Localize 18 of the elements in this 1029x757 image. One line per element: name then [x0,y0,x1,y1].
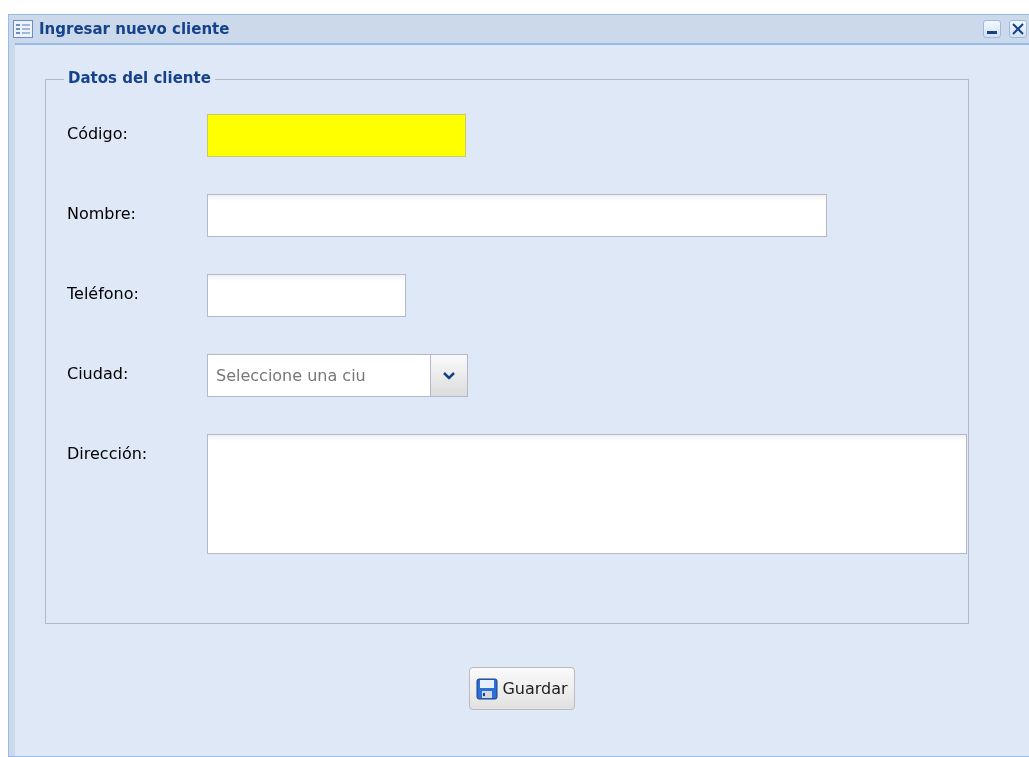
field-label: Nombre: [67,203,137,224]
window-title: Ingresar nuevo cliente [39,20,231,38]
form-icon [13,20,33,38]
save-button[interactable]: Guardar [469,667,575,710]
input-field[interactable] [207,114,466,157]
field-label: Dirección: [67,443,149,464]
field-label: Código: [67,123,129,144]
city-dropdown[interactable]: Seleccione una ciu [207,354,468,397]
input-field[interactable] [207,194,827,237]
placeholder-text: Seleccione una ciu [215,365,367,387]
field-label: Ciudad: [67,363,130,384]
close-icon [1012,23,1024,35]
minimize-icon [987,30,997,34]
field-label: Teléfono: [67,283,140,304]
minimize-button[interactable] [983,20,1001,38]
input-field[interactable] [207,274,406,317]
address-field[interactable] [207,434,967,554]
close-button[interactable] [1009,20,1027,38]
